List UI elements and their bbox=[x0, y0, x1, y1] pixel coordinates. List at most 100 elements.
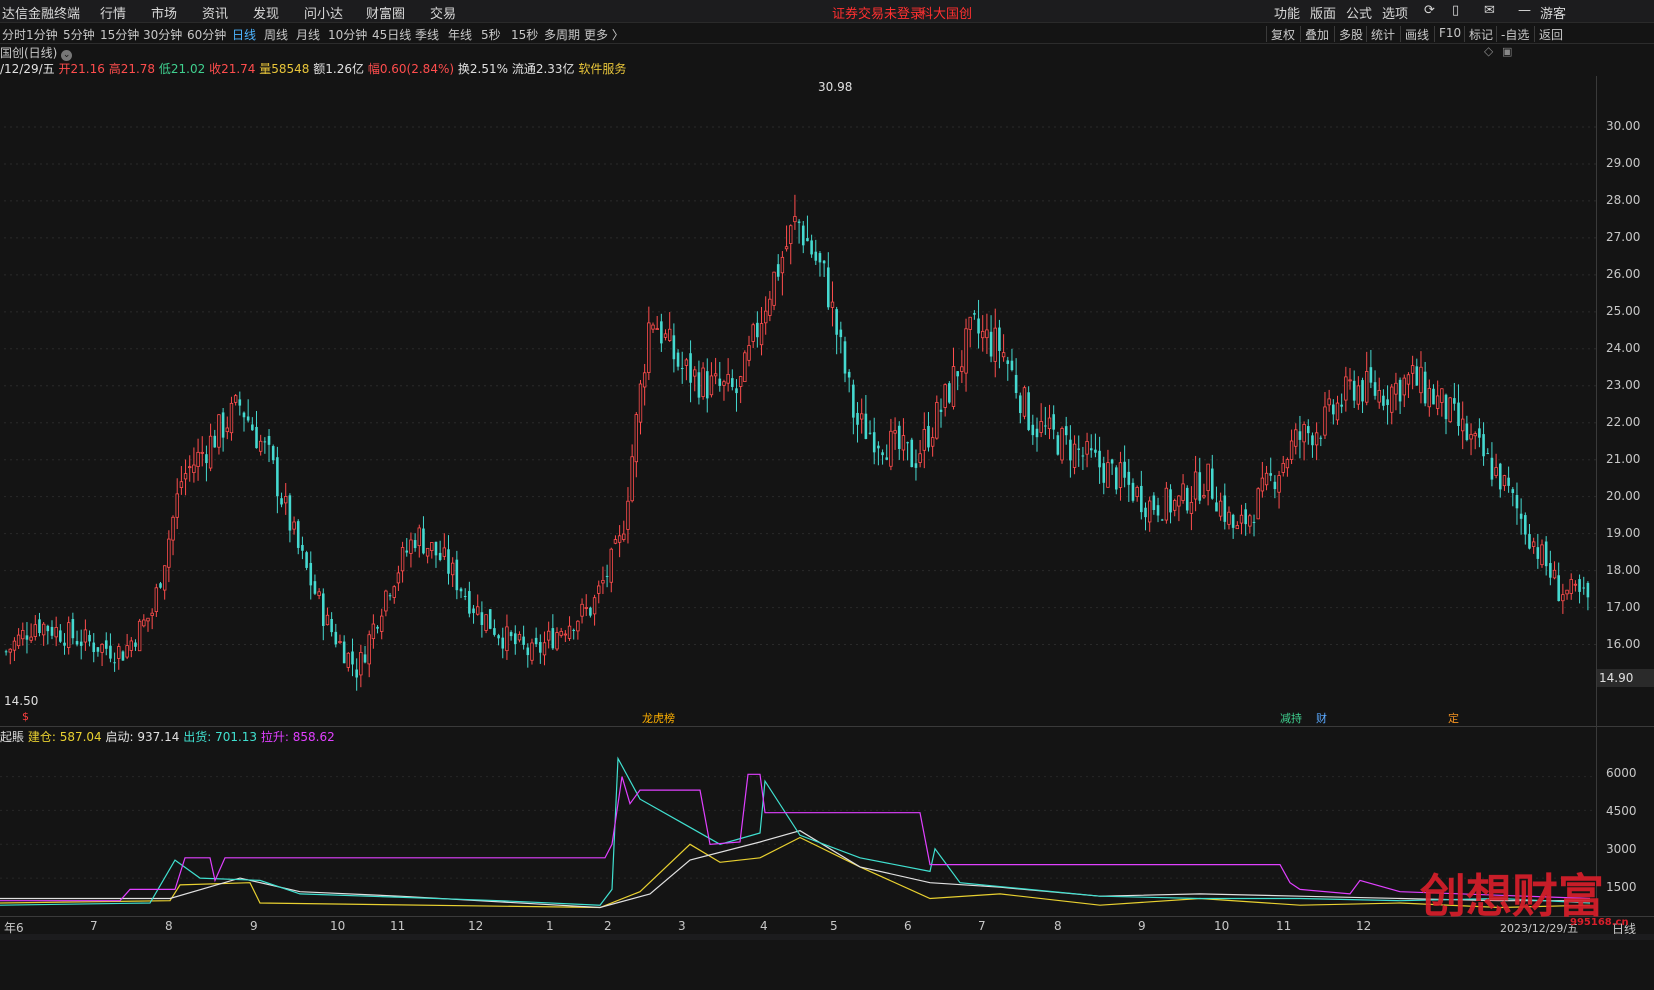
event-flag-dragon-tiger[interactable]: 龙虎榜 bbox=[640, 710, 677, 726]
guest-label[interactable]: 游客 bbox=[1540, 3, 1566, 22]
indicator-chart[interactable] bbox=[0, 744, 1654, 916]
period-monthly[interactable]: 月线 bbox=[296, 26, 320, 43]
candle-body bbox=[1169, 489, 1172, 513]
event-flag-placement[interactable]: 定 bbox=[1446, 710, 1461, 726]
period-1min[interactable]: 1分钟 bbox=[26, 26, 58, 43]
candle-body bbox=[1289, 440, 1294, 460]
tool-draw[interactable]: 画线 bbox=[1400, 26, 1433, 42]
menu-options[interactable]: 选项 bbox=[1382, 3, 1408, 22]
period-quarterly[interactable]: 季线 bbox=[415, 26, 439, 43]
candle-body bbox=[1427, 387, 1432, 408]
menu-market[interactable]: 市场 bbox=[151, 3, 177, 22]
candle-body bbox=[1486, 453, 1490, 455]
event-flag-reduce[interactable]: 减持 bbox=[1278, 710, 1304, 726]
candle-body bbox=[284, 496, 288, 504]
candle-body bbox=[843, 341, 847, 374]
trade-login-notice[interactable]: 证券交易未登录 bbox=[832, 3, 923, 22]
menu-layout[interactable]: 版面 bbox=[1310, 3, 1336, 22]
candle-body bbox=[1110, 459, 1114, 464]
period-10min[interactable]: 10分钟 bbox=[328, 26, 367, 43]
period-5min[interactable]: 5分钟 bbox=[63, 26, 95, 43]
diamond-icon[interactable]: ◇ bbox=[1484, 44, 1493, 58]
mail-icon[interactable]: ✉ bbox=[1484, 3, 1495, 18]
period-daily[interactable]: 日线 bbox=[232, 26, 256, 43]
restore-icon[interactable]: ▣ bbox=[1502, 45, 1512, 58]
tool-adjust[interactable]: 复权 bbox=[1266, 26, 1299, 42]
candle-body bbox=[530, 642, 534, 661]
menu-market-quotes[interactable]: 行情 bbox=[100, 3, 126, 22]
period-45day[interactable]: 45日线 bbox=[372, 26, 411, 43]
refresh-icon[interactable]: ⟳ bbox=[1424, 3, 1435, 18]
menu-news[interactable]: 资讯 bbox=[202, 3, 228, 22]
period-15sec[interactable]: 15秒 bbox=[511, 26, 538, 43]
bar-sector[interactable]: 软件服务 bbox=[578, 62, 626, 76]
tool-mark[interactable]: 标记 bbox=[1464, 26, 1497, 42]
candle-body bbox=[1072, 443, 1077, 468]
tool-f10[interactable]: F10 bbox=[1434, 26, 1465, 42]
bar-date: /12/29/五 bbox=[0, 62, 55, 76]
event-flag-dollar[interactable]: $ bbox=[20, 710, 31, 723]
candle-body bbox=[1047, 417, 1052, 429]
minimize-icon[interactable]: — bbox=[1518, 3, 1531, 18]
indicator-tick-1500: 1500 bbox=[1606, 880, 1637, 894]
tool-overlay[interactable]: 叠加 bbox=[1300, 26, 1333, 42]
tool-multi-stock[interactable]: 多股 bbox=[1334, 26, 1367, 42]
candle-body bbox=[1035, 428, 1039, 438]
period-intraday[interactable]: 分时 bbox=[2, 26, 26, 43]
tool-statistics[interactable]: 统计 bbox=[1366, 26, 1399, 42]
candle-body bbox=[1348, 379, 1352, 382]
period-yearly[interactable]: 年线 bbox=[448, 26, 472, 43]
candle-body bbox=[396, 572, 401, 584]
candle-body bbox=[1465, 423, 1469, 441]
top-menu-bar: 达信金融终端 行情 市场 资讯 发现 问小达 财富圈 交易 证券交易未登录 科大… bbox=[0, 0, 1654, 23]
menu-discover[interactable]: 发现 bbox=[253, 3, 279, 22]
period-30min[interactable]: 30分钟 bbox=[143, 26, 182, 43]
menu-wealth[interactable]: 财富圈 bbox=[366, 3, 405, 22]
tool-remove-watchlist[interactable]: -自选 bbox=[1496, 26, 1533, 42]
candle-body bbox=[1432, 388, 1435, 405]
candle-body bbox=[1519, 513, 1523, 519]
candle-body bbox=[951, 366, 956, 407]
menu-trade[interactable]: 交易 bbox=[430, 3, 456, 22]
candle-body bbox=[1294, 429, 1298, 447]
current-price: 14.90 bbox=[1599, 671, 1634, 685]
menu-function[interactable]: 功能 bbox=[1274, 3, 1300, 22]
price-tick-label: 27.00 bbox=[1606, 229, 1641, 244]
candle-body bbox=[1164, 487, 1169, 521]
candle-body bbox=[159, 583, 162, 588]
period-multi[interactable]: 多周期 bbox=[544, 26, 580, 43]
indicator-tick-3000: 3000 bbox=[1606, 842, 1637, 856]
indicator-name[interactable]: 起賬 bbox=[0, 730, 24, 744]
candle-body bbox=[651, 324, 655, 330]
period-more[interactable]: 更多 〉 bbox=[584, 26, 624, 43]
candle-body bbox=[1252, 521, 1256, 523]
indicator-start: 启动: 937.14 bbox=[105, 730, 180, 744]
event-flag-finance[interactable]: 财 bbox=[1314, 710, 1329, 726]
phone-icon[interactable]: ▯ bbox=[1452, 3, 1459, 18]
bottom-tab-strip[interactable] bbox=[0, 934, 1654, 940]
period-15min[interactable]: 15分钟 bbox=[100, 26, 139, 43]
candle-body bbox=[1081, 455, 1085, 457]
candle-body bbox=[1453, 398, 1456, 404]
candle-body bbox=[1244, 509, 1247, 525]
candle-body bbox=[597, 585, 601, 594]
candle-body bbox=[856, 412, 859, 425]
candle-body bbox=[493, 628, 496, 635]
candle-body bbox=[351, 651, 354, 665]
candle-body bbox=[8, 648, 12, 653]
period-5sec[interactable]: 5秒 bbox=[481, 26, 501, 43]
candle-body bbox=[1327, 398, 1331, 406]
candle-body bbox=[1356, 385, 1361, 405]
candle-body bbox=[476, 606, 480, 615]
candle-body bbox=[572, 629, 576, 632]
time-tick-label: 2 bbox=[604, 919, 612, 933]
candle-body bbox=[1160, 519, 1164, 521]
period-weekly[interactable]: 周线 bbox=[264, 26, 288, 43]
menu-formula[interactable]: 公式 bbox=[1346, 3, 1372, 22]
period-60min[interactable]: 60分钟 bbox=[187, 26, 226, 43]
menu-ask[interactable]: 问小达 bbox=[304, 3, 343, 22]
tool-back[interactable]: 返回 bbox=[1534, 26, 1567, 42]
candlestick-chart[interactable] bbox=[0, 76, 1654, 726]
candle-body bbox=[392, 586, 396, 598]
candle-body bbox=[1181, 483, 1185, 501]
